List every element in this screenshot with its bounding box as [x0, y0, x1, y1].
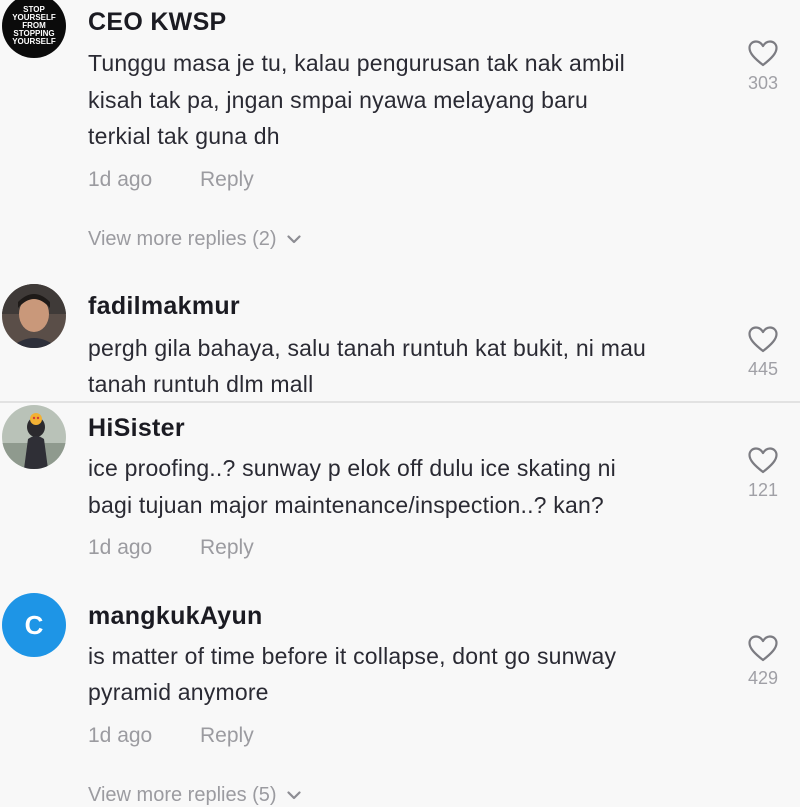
avatar-photo	[2, 405, 66, 469]
comment-meta: 1d ago Reply	[88, 724, 254, 748]
comment-text-line: Tunggu masa je tu, kalau pengurusan tak …	[88, 50, 625, 76]
comment-text-line: pyramid anymore	[88, 679, 269, 705]
comment-meta: 1d ago Reply	[88, 168, 254, 192]
comment-username[interactable]: HiSister	[88, 414, 185, 443]
comment-text-line: kisah tak pa, jngan smpai nyawa melayang…	[88, 87, 588, 113]
like-button[interactable]: 445	[738, 326, 788, 380]
comment-username[interactable]: fadilmakmur	[88, 292, 240, 321]
avatar[interactable]	[2, 284, 66, 348]
reply-button[interactable]: Reply	[200, 168, 254, 192]
avatar-letter: C	[24, 609, 44, 640]
like-count: 303	[747, 73, 779, 93]
comment-text-line: tanah runtuh dlm mall	[88, 371, 314, 397]
avatar[interactable]: STOP YOURSELF FROM STOPPING YOURSELF	[2, 0, 66, 58]
view-more-label: View more replies (5)	[88, 784, 277, 806]
heart-icon	[748, 635, 778, 662]
comment-username[interactable]: CEO KWSP	[88, 8, 227, 37]
like-count: 429	[747, 668, 779, 688]
comment-meta: 1d ago Reply	[88, 536, 254, 560]
like-count: 445	[747, 359, 779, 379]
comment-text-line: terkial tak guna dh	[88, 123, 280, 149]
avatar-logo-text: YOURSELF	[12, 37, 56, 46]
view-more-replies-button[interactable]: View more replies (2)	[88, 228, 301, 251]
comment-username[interactable]: mangkukAyun	[88, 602, 263, 631]
like-button[interactable]: 121	[738, 447, 788, 501]
view-more-replies-button[interactable]: View more replies (5)	[88, 784, 301, 807]
heart-icon	[748, 326, 778, 353]
like-count: 121	[747, 480, 779, 500]
heart-icon	[748, 447, 778, 474]
view-more-label: View more replies (2)	[88, 228, 277, 250]
comment-text-line: is matter of time before it collapse, do…	[88, 643, 617, 669]
comment-text-line: bagi tujuan major maintenance/inspection…	[88, 492, 604, 518]
reply-button[interactable]: Reply	[200, 724, 254, 748]
comment-time: 1d ago	[88, 168, 153, 191]
comment-time: 1d ago	[88, 724, 153, 747]
avatar[interactable]: C	[2, 593, 66, 657]
divider	[0, 401, 800, 403]
like-button[interactable]: 303	[738, 40, 788, 94]
comment-time: 1d ago	[88, 536, 153, 559]
comment-text-line: ice proofing..? sunway p elok off dulu i…	[88, 455, 616, 481]
reply-button[interactable]: Reply	[200, 536, 254, 560]
chevron-down-icon	[286, 235, 301, 244]
comment-text-line: pergh gila bahaya, salu tanah runtuh kat…	[88, 335, 647, 361]
avatar-photo	[2, 284, 66, 348]
chevron-down-icon	[286, 791, 301, 800]
heart-icon	[748, 40, 778, 67]
like-button[interactable]: 429	[738, 635, 788, 689]
avatar[interactable]	[2, 405, 66, 469]
